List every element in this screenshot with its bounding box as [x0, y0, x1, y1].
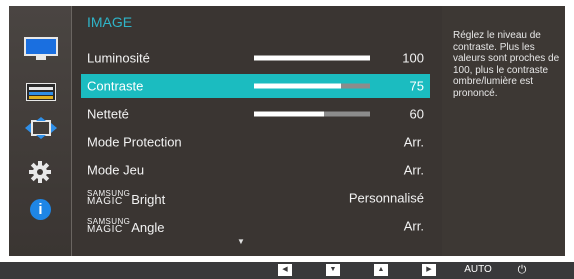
menu-item-eye-saver[interactable]: Mode Protection Arr. [81, 130, 430, 154]
menu-item-label: SAMSUNG MAGIC Angle [87, 217, 165, 235]
menu-item-label: SAMSUNG MAGIC Bright [87, 189, 166, 207]
left-arrow-icon: ◀ [282, 266, 288, 273]
down-button[interactable]: ▼ [326, 264, 340, 276]
menu-item-value: 100 [402, 50, 424, 66]
up-arrow-icon: ▲ [377, 266, 385, 273]
screen-size-icon[interactable] [25, 117, 57, 139]
menu-item-value: Arr. [403, 134, 424, 150]
menu-item-magic-angle[interactable]: SAMSUNG MAGIC Angle Arr. [81, 214, 430, 238]
contrast-slider[interactable] [254, 83, 370, 89]
right-button[interactable]: ▶ [422, 264, 436, 276]
menu-item-value: 60 [409, 106, 424, 122]
help-panel: Réglez le niveau de contraste. Plus les … [442, 6, 565, 256]
menu-item-value: Arr. [403, 218, 424, 234]
bottom-button-bar: ◀ ▼ ▲ ▶ AUTO ⏻ [0, 262, 574, 279]
menu-item-value: Arr. [403, 162, 424, 178]
menu-title: IMAGE [87, 14, 133, 30]
menu-item-label: Contraste [87, 78, 144, 94]
gear-icon[interactable] [29, 161, 51, 183]
sharpness-slider[interactable] [254, 111, 370, 117]
menu-item-value: 75 [409, 78, 424, 94]
magic-brand: SAMSUNG MAGIC [87, 217, 131, 235]
menu-item-contrast[interactable]: Contraste 75 [81, 74, 430, 98]
scroll-down-indicator[interactable]: ▼ [237, 237, 245, 246]
menu-item-brightness[interactable]: Luminosité 100 [81, 46, 430, 70]
menu-item-label: Netteté [87, 106, 129, 122]
brightness-slider[interactable] [254, 55, 370, 61]
menu-item-value: Personnalisé [348, 190, 424, 206]
auto-button[interactable]: AUTO [463, 264, 493, 276]
menu-item-label: Mode Protection [87, 134, 182, 150]
menu-item-game-mode[interactable]: Mode Jeu Arr. [81, 158, 430, 182]
info-glyph: i [38, 201, 43, 218]
power-button[interactable]: ⏻ [514, 264, 530, 276]
magic-brand: SAMSUNG MAGIC [87, 189, 131, 207]
up-button[interactable]: ▲ [374, 264, 388, 276]
menu-item-label: Mode Jeu [87, 162, 145, 178]
left-button[interactable]: ◀ [278, 264, 292, 276]
menu-item-magic-bright[interactable]: SAMSUNG MAGIC Bright Personnalisé [81, 186, 430, 210]
help-text: Réglez le niveau de contraste. Plus les … [453, 30, 560, 99]
color-icon[interactable] [26, 83, 56, 101]
power-icon: ⏻ [517, 264, 527, 276]
down-arrow-icon: ▼ [329, 266, 337, 273]
menu-item-label: Luminosité [87, 50, 150, 66]
info-icon[interactable]: i [30, 199, 51, 220]
right-arrow-icon: ▶ [426, 266, 432, 273]
menu-item-sharpness[interactable]: Netteté 60 [81, 102, 430, 126]
picture-icon[interactable] [24, 37, 58, 61]
